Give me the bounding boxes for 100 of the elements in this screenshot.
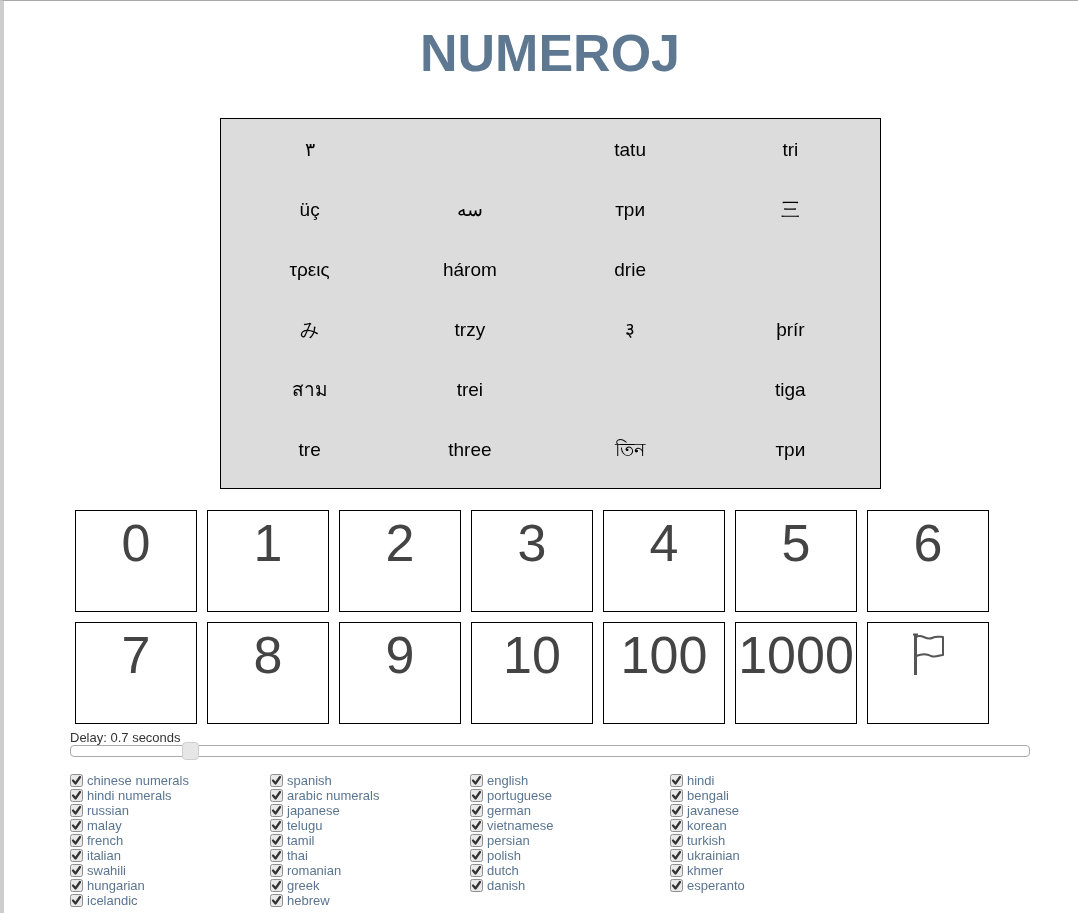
number-button[interactable]: 8 — [207, 622, 329, 724]
checkbox[interactable] — [70, 864, 83, 877]
numeral-word: trzy — [454, 318, 486, 342]
language-label[interactable]: italian — [87, 848, 121, 863]
language-label[interactable]: spanish — [287, 773, 332, 788]
language-label[interactable]: chinese numerals — [87, 773, 189, 788]
language-label[interactable]: persian — [487, 833, 530, 848]
numeral-word: สาม — [291, 378, 328, 402]
checkbox[interactable] — [70, 774, 83, 787]
checkbox[interactable] — [670, 879, 683, 892]
checkbox[interactable] — [670, 789, 683, 802]
checkbox[interactable] — [70, 789, 83, 802]
language-label[interactable]: english — [487, 773, 529, 788]
language-label[interactable]: icelandic — [87, 893, 138, 908]
language-label[interactable]: bengali — [687, 788, 729, 803]
numeral-word: سه — [456, 198, 483, 222]
checkbox[interactable] — [270, 894, 283, 907]
language-label[interactable]: korean — [687, 818, 727, 833]
checkbox[interactable] — [670, 804, 683, 817]
numeral-word: þrír — [776, 318, 805, 342]
numeral-word: drie — [614, 258, 646, 282]
language-label[interactable]: portuguese — [487, 788, 553, 803]
language-label[interactable]: vietnamese — [487, 818, 554, 833]
checkbox[interactable] — [270, 864, 283, 877]
number-button[interactable]: 0 — [75, 510, 197, 612]
language-label[interactable]: greek — [287, 878, 320, 893]
flag-button[interactable] — [867, 622, 989, 724]
number-button[interactable]: 7 — [75, 622, 197, 724]
number-button[interactable]: 1 — [207, 510, 329, 612]
language-label[interactable]: hindi — [687, 773, 715, 788]
numeral-word: trei — [456, 378, 484, 402]
checkbox[interactable] — [670, 849, 683, 862]
language-label[interactable]: ukrainian — [687, 848, 740, 863]
language-label[interactable]: hebrew — [287, 893, 330, 908]
checkbox[interactable] — [270, 849, 283, 862]
numeral-word: három — [442, 258, 497, 282]
number-button[interactable]: 4 — [603, 510, 725, 612]
language-label[interactable]: hindi numerals — [87, 788, 172, 803]
checkbox[interactable] — [470, 774, 483, 787]
checkbox[interactable] — [270, 774, 283, 787]
numeral-word: три — [615, 198, 646, 222]
language-label[interactable]: malay — [87, 818, 122, 833]
number-button[interactable]: 6 — [867, 510, 989, 612]
language-label[interactable]: hungarian — [87, 878, 145, 893]
checkbox[interactable] — [70, 849, 83, 862]
language-label[interactable]: danish — [487, 878, 526, 893]
numeral-word: three — [448, 438, 492, 462]
language-label[interactable]: arabic numerals — [287, 788, 380, 803]
language-label[interactable]: thai — [287, 848, 308, 863]
language-label[interactable]: telugu — [287, 818, 323, 833]
checkbox[interactable] — [70, 804, 83, 817]
checkbox[interactable] — [270, 879, 283, 892]
numeral-word: tri — [782, 138, 799, 162]
checkbox[interactable] — [70, 879, 83, 892]
language-label[interactable]: romanian — [287, 863, 342, 878]
numeral-word: ٣ — [304, 138, 315, 162]
checkbox[interactable] — [470, 819, 483, 832]
checkbox[interactable] — [470, 864, 483, 877]
number-button[interactable]: 100 — [603, 622, 725, 724]
checkbox[interactable] — [70, 894, 83, 907]
checkbox[interactable] — [470, 879, 483, 892]
number-button[interactable]: 2 — [339, 510, 461, 612]
language-label[interactable]: german — [487, 803, 532, 818]
language-label[interactable]: japanese — [287, 803, 340, 818]
numeral-word: তিন — [615, 438, 646, 462]
number-button[interactable]: 1000 — [735, 622, 857, 724]
checkbox[interactable] — [470, 804, 483, 817]
number-button[interactable]: 3 — [471, 510, 593, 612]
language-label[interactable]: russian — [87, 803, 129, 818]
checkbox[interactable] — [270, 804, 283, 817]
numeral-word: ३ — [625, 318, 636, 342]
numeral-word: 三 — [780, 198, 800, 222]
language-label[interactable]: swahili — [87, 863, 126, 878]
checkbox[interactable] — [670, 834, 683, 847]
checkbox[interactable] — [670, 864, 683, 877]
language-label[interactable]: tamil — [287, 833, 315, 848]
language-label[interactable]: khmer — [687, 863, 724, 878]
delay-slider-track[interactable] — [70, 745, 1030, 757]
language-label[interactable]: polish — [487, 848, 521, 863]
number-button[interactable]: 5 — [735, 510, 857, 612]
checkbox[interactable] — [70, 834, 83, 847]
slider-thumb[interactable] — [181, 742, 199, 760]
checkbox[interactable] — [270, 819, 283, 832]
language-label[interactable]: french — [87, 833, 124, 848]
checkbox[interactable] — [270, 789, 283, 802]
checkbox[interactable] — [470, 849, 483, 862]
checkbox[interactable] — [70, 819, 83, 832]
numeral-word: tatu — [614, 138, 646, 162]
checkbox[interactable] — [470, 834, 483, 847]
language-label[interactable]: dutch — [487, 863, 519, 878]
language-label[interactable]: turkish — [687, 833, 726, 848]
number-button[interactable]: 10 — [471, 622, 593, 724]
checkbox[interactable] — [470, 789, 483, 802]
checkbox[interactable] — [670, 819, 683, 832]
numeral-word: üç — [299, 198, 320, 222]
language-label[interactable]: javanese — [687, 803, 740, 818]
checkbox[interactable] — [670, 774, 683, 787]
language-label[interactable]: esperanto — [687, 878, 745, 893]
checkbox[interactable] — [270, 834, 283, 847]
number-button[interactable]: 9 — [339, 622, 461, 724]
